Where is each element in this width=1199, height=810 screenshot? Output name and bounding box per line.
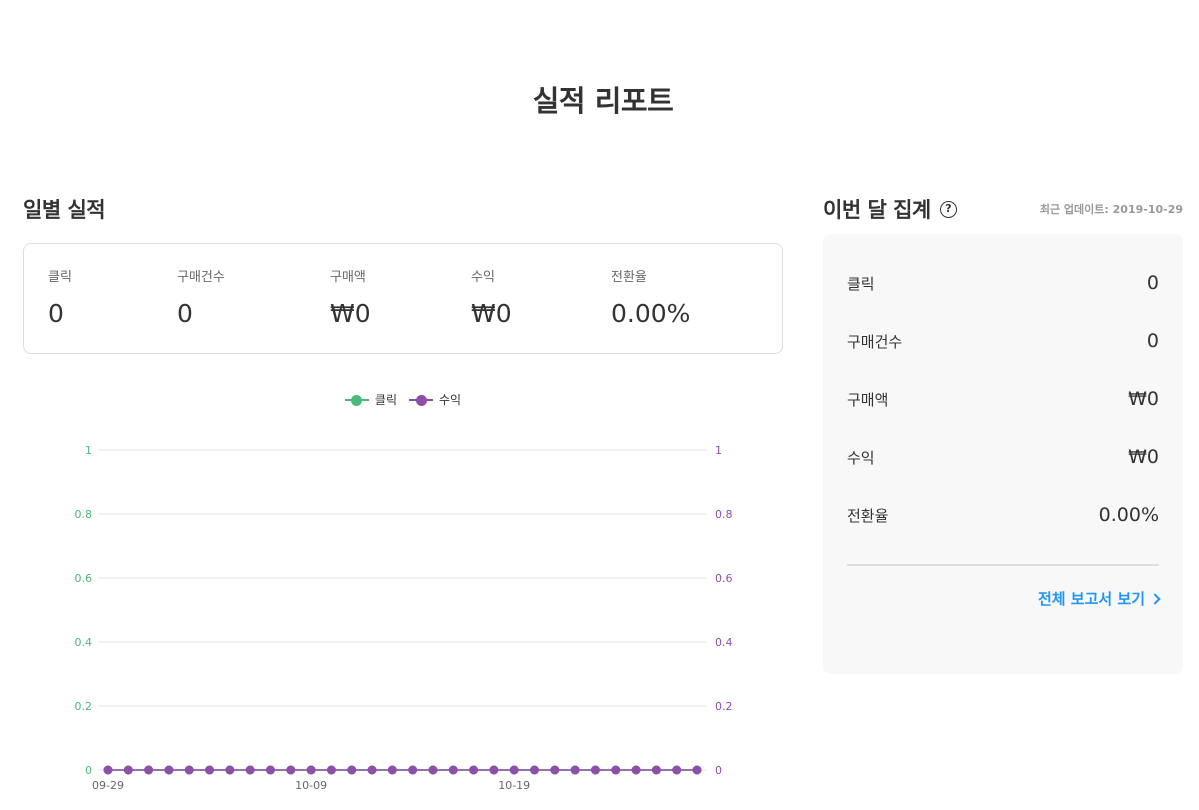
data-point-revenue (367, 765, 377, 775)
chevron-right-icon (1149, 593, 1161, 605)
data-point-revenue (103, 765, 113, 775)
summary-label: 구매액 (847, 390, 889, 409)
summary-value: 0 (1146, 272, 1159, 294)
data-point-revenue (225, 765, 235, 775)
full-report-link[interactable]: 전체 보고서 보기 (1037, 588, 1161, 609)
legend-item-revenue[interactable]: 수익 (409, 391, 461, 408)
help-icon[interactable]: ? (939, 200, 957, 218)
summary-value: ₩0 (1128, 388, 1159, 410)
data-point-revenue (164, 765, 174, 775)
stat-value: ₩0 (330, 299, 371, 328)
legend-swatch-clicks (344, 394, 369, 406)
y-tick-label-right: 0 (715, 764, 722, 777)
data-point-revenue (509, 765, 519, 775)
monthly-summary-title: 이번 달 집계 ? (823, 194, 957, 224)
data-point-revenue (611, 765, 621, 775)
data-point-revenue (489, 765, 499, 775)
monthly-summary-title-text: 이번 달 집계 (823, 198, 931, 222)
y-tick-label-left: 0.6 (75, 572, 93, 585)
x-tick-label: 10-09 (295, 779, 327, 792)
data-point-revenue (123, 765, 133, 775)
stat-value: 0 (48, 299, 64, 328)
data-point-revenue (590, 765, 600, 775)
data-point-revenue (530, 765, 540, 775)
stat-clicks: 클릭 0 (48, 266, 72, 328)
y-tick-label-right: 0.4 (715, 636, 733, 649)
stat-purchase-amount: 구매액 ₩0 (330, 266, 371, 328)
summary-row-revenue: 수익 ₩0 (847, 446, 1159, 468)
data-point-revenue (286, 765, 296, 775)
daily-performance-chart: 0 0 0.2 0.2 0.4 0.4 0.6 0.6 0.8 0.8 1 1 09-29 10-09 10… (75, 444, 733, 792)
stat-label: 전환율 (611, 270, 647, 285)
summary-label: 전환율 (847, 506, 889, 525)
data-point-revenue (408, 765, 418, 775)
legend-item-clicks[interactable]: 클릭 (344, 391, 397, 408)
summary-row-purchase-amount: 구매액 ₩0 (847, 388, 1159, 410)
last-updated: 최근 업데이트: 2019-10-29 (1039, 203, 1183, 216)
summary-label: 수익 (847, 448, 875, 467)
legend-label: 클릭 (374, 393, 397, 407)
y-tick-label-left: 0 (85, 764, 92, 777)
stat-purchases: 구매건수 0 (177, 266, 225, 328)
stat-revenue: 수익 ₩0 (471, 266, 512, 328)
summary-value: 0.00% (1098, 504, 1159, 526)
data-point-revenue (265, 765, 275, 775)
daily-performance-title: 일별 실적 (23, 198, 106, 222)
summary-row-conversion-rate: 전환율 0.00% (847, 504, 1159, 526)
legend-swatch-revenue (409, 394, 433, 406)
page-title: 실적 리포트 (532, 84, 674, 118)
y-tick-label-left: 0.4 (75, 636, 93, 649)
summary-row-purchases: 구매건수 0 (847, 330, 1159, 352)
data-point-revenue (347, 765, 357, 775)
y-tick-label-right: 1 (715, 444, 722, 457)
stat-label: 구매건수 (177, 270, 225, 285)
data-point-revenue (205, 765, 215, 775)
full-report-link-label: 전체 보고서 보기 (1037, 590, 1145, 608)
data-point-revenue (692, 765, 702, 775)
data-point-revenue (326, 765, 336, 775)
summary-label: 구매건수 (847, 332, 903, 351)
monthly-summary-panel: 클릭 0 구매건수 0 구매액 ₩0 수익 ₩0 전환율 0.00% 전체 보고… (823, 234, 1183, 674)
daily-stats-panel: 클릭 0 구매건수 0 구매액 ₩0 수익 ₩0 전환율 0.00% (23, 243, 783, 354)
data-point-revenue (428, 765, 438, 775)
stat-value: 0.00% (611, 299, 691, 328)
summary-value: 0 (1146, 330, 1159, 352)
data-point-revenue (144, 765, 154, 775)
data-point-revenue (448, 765, 458, 775)
data-point-revenue (387, 765, 397, 775)
stat-value: ₩0 (471, 299, 512, 328)
y-tick-label-left: 0.2 (75, 700, 93, 713)
summary-label: 클릭 (847, 274, 875, 293)
chart-legend: 클릭 수익 (0, 391, 806, 408)
y-tick-label-left: 1 (85, 444, 92, 457)
summary-row-clicks: 클릭 0 (847, 272, 1159, 294)
data-point-revenue (570, 765, 580, 775)
stat-label: 수익 (471, 270, 495, 285)
legend-label: 수익 (439, 393, 462, 407)
x-tick-label: 10-19 (498, 779, 530, 792)
y-tick-label-right: 0.2 (715, 700, 733, 713)
data-point-revenue (306, 765, 316, 775)
x-tick-label: 09-29 (92, 779, 124, 792)
data-point-revenue (550, 765, 560, 775)
summary-divider (847, 564, 1159, 566)
data-point-revenue (672, 765, 682, 775)
stat-label: 구매액 (330, 270, 366, 285)
data-point-revenue (631, 765, 641, 775)
data-point-revenue (469, 765, 479, 775)
data-point-revenue (651, 765, 661, 775)
stat-conversion-rate: 전환율 0.00% (611, 266, 690, 328)
y-tick-label-left: 0.8 (75, 508, 93, 521)
stat-value: 0 (177, 299, 193, 328)
y-tick-label-right: 0.6 (715, 572, 733, 585)
data-point-revenue (245, 765, 255, 775)
summary-value: ₩0 (1128, 446, 1159, 468)
y-tick-label-right: 0.8 (715, 508, 733, 521)
stat-label: 클릭 (48, 270, 72, 285)
data-point-revenue (184, 765, 194, 775)
